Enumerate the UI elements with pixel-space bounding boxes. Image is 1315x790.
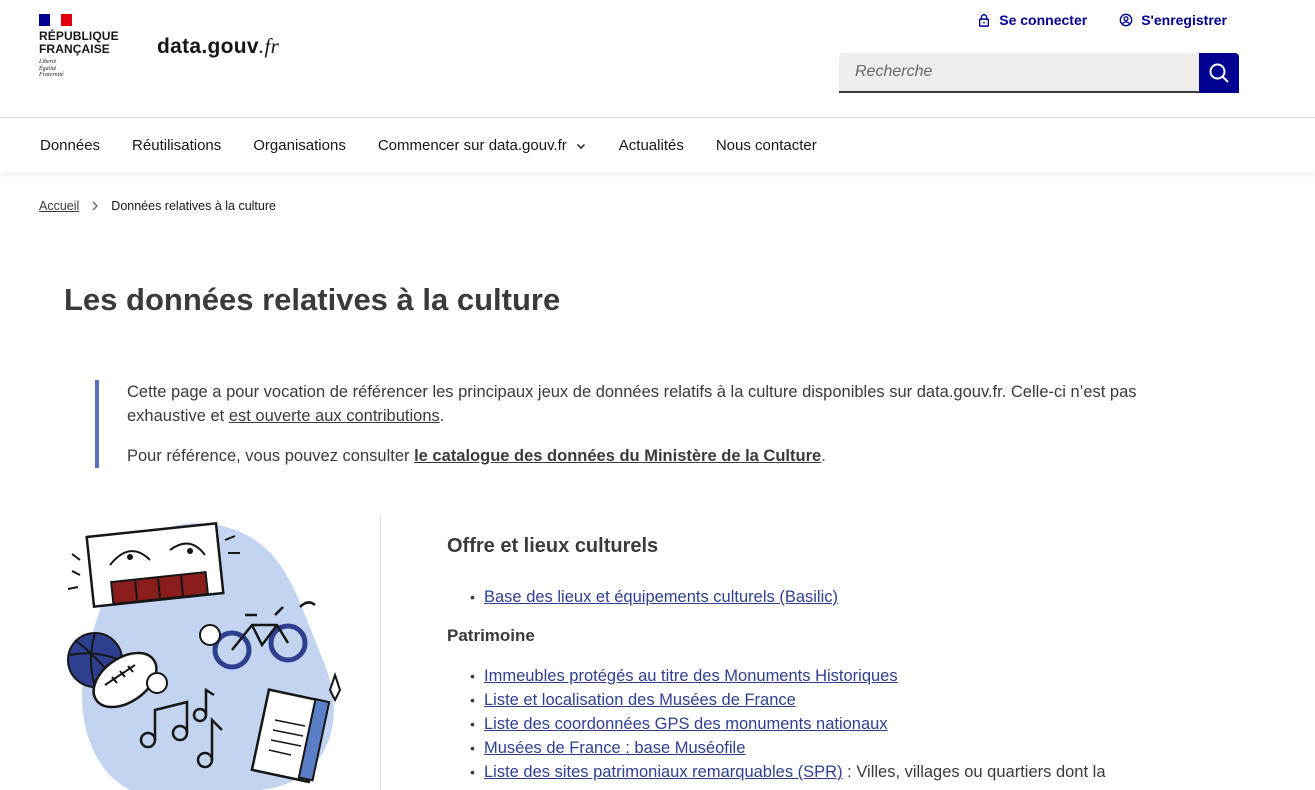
spr-description: : Villes, villages ou quartiers dont la — [842, 763, 1106, 781]
nav-organisations[interactable]: Organisations — [237, 118, 362, 173]
culture-illustration — [60, 515, 360, 790]
section-title-offre: Offre et lieux culturels — [447, 535, 659, 557]
intro-callout: Cette page a pour vocation de référencer… — [95, 380, 1215, 468]
nav-actualites[interactable]: Actualités — [603, 118, 700, 173]
lock-icon — [979, 14, 990, 27]
page-title: Les données relatives à la culture — [64, 282, 561, 317]
section-title-patrimoine: Patrimoine — [447, 626, 535, 645]
catalogue-link[interactable]: le catalogue des données du Ministère de… — [414, 447, 821, 465]
patrimoine-list: Immeubles protégés au titre des Monument… — [470, 664, 1106, 784]
user-circle-icon — [1119, 13, 1133, 27]
list-item: Base des lieux et équipements culturels … — [470, 585, 838, 609]
nav-donnees[interactable]: Données — [24, 118, 116, 173]
register-link[interactable]: S'enregistrer — [1119, 12, 1227, 28]
offre-list: Base des lieux et équipements culturels … — [470, 585, 838, 609]
chevron-right-icon — [92, 201, 99, 211]
flag-icon — [39, 14, 72, 26]
reference-text: Pour référence, vous pouvez consulter le… — [127, 447, 826, 465]
contributions-link[interactable]: est ouverte aux contributions — [229, 407, 440, 425]
site-name[interactable]: data.gouv.fr — [157, 34, 279, 59]
breadcrumb: Accueil Données relatives à la culture — [39, 199, 276, 213]
main-nav: Données Réutilisations Organisations Com… — [0, 118, 1315, 173]
list-item: Liste des coordonnées GPS des monuments … — [470, 712, 1106, 736]
search-button[interactable] — [1199, 53, 1239, 93]
nav-commencer[interactable]: Commencer sur data.gouv.fr — [362, 118, 603, 173]
list-item: Musées de France : base Muséofile — [470, 736, 1106, 760]
intro-text: Cette page a pour vocation de référencer… — [127, 383, 1137, 425]
frame-icon — [67, 522, 240, 608]
dataset-link[interactable]: Musées de France : base Muséofile — [484, 739, 745, 757]
dataset-link[interactable]: Base des lieux et équipements culturels … — [484, 588, 838, 606]
login-link[interactable]: Se connecter — [977, 12, 1087, 28]
dataset-link[interactable]: Immeubles protégés au titre des Monument… — [484, 667, 898, 685]
header-links: Se connecter S'enregistrer — [977, 12, 1227, 28]
dataset-link[interactable]: Liste et localisation des Musées de Fran… — [484, 691, 796, 709]
search-input[interactable]: Recherche — [839, 53, 1199, 93]
breadcrumb-current: Données relatives à la culture — [111, 199, 276, 213]
list-item: Immeubles protégés au titre des Monument… — [470, 664, 1106, 688]
breadcrumb-home[interactable]: Accueil — [39, 199, 79, 213]
nav-reutilisations[interactable]: Réutilisations — [116, 118, 237, 173]
motto: Liberté Égalité Fraternité — [39, 59, 64, 78]
list-item: Liste et localisation des Musées de Fran… — [470, 688, 1106, 712]
dataset-link[interactable]: Liste des sites patrimoniaux remarquable… — [484, 763, 843, 781]
list-item: Liste des sites patrimoniaux remarquable… — [470, 760, 1106, 784]
chevron-down-icon — [576, 143, 585, 149]
column-divider — [380, 516, 381, 790]
republic-name: RÉPUBLIQUE FRANÇAISE — [39, 29, 119, 56]
search-icon — [1209, 63, 1229, 83]
header: RÉPUBLIQUE FRANÇAISE Liberté Égalité Fra… — [0, 0, 1315, 118]
search-bar: Recherche — [839, 53, 1239, 93]
dataset-link[interactable]: Liste des coordonnées GPS des monuments … — [484, 715, 888, 733]
republique-francaise-logo[interactable]: RÉPUBLIQUE FRANÇAISE Liberté Égalité Fra… — [39, 14, 119, 79]
nav-contact[interactable]: Nous contacter — [700, 118, 833, 173]
